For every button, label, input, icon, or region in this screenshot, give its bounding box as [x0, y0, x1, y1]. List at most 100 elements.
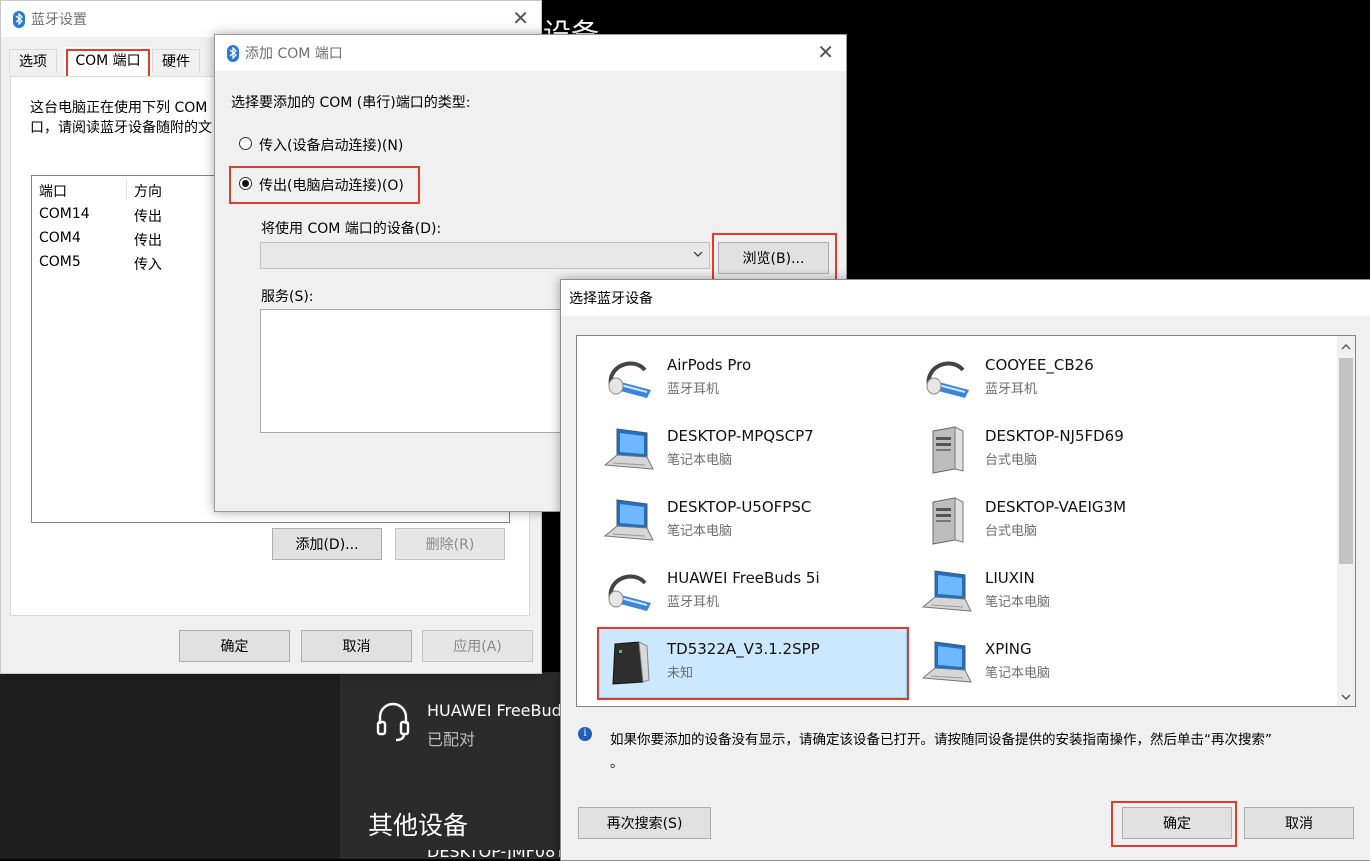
headset-icon	[603, 352, 655, 404]
device-type: 笔记本电脑	[667, 524, 733, 539]
ok-button[interactable]: 确定	[1122, 807, 1232, 839]
device-type: 未知	[667, 666, 694, 681]
description-line-1: 这台电脑正在使用下列 COM	[30, 100, 208, 116]
desktop-tower-icon	[921, 423, 973, 475]
incoming-radio[interactable]	[239, 137, 252, 150]
info-icon: i	[578, 727, 592, 741]
tab-options[interactable]: 选项	[9, 49, 57, 73]
paired-device-status: 已配对	[427, 730, 476, 749]
cancel-button[interactable]: 取消	[1244, 807, 1354, 839]
device-item-desktop-vaeig3m[interactable]: DESKTOP-VAEIG3M 台式电脑	[915, 488, 1225, 548]
direction-cell: 传入	[134, 257, 162, 273]
browse-button[interactable]: 浏览(B)...	[718, 242, 829, 274]
laptop-icon	[921, 565, 973, 617]
device-item-desktop-nj5fd69[interactable]: DESKTOP-NJ5FD69 台式电脑	[915, 417, 1225, 477]
device-item-huawei-freebuds-5i[interactable]: HUAWEI FreeBuds 5i 蓝牙耳机	[597, 559, 907, 619]
add-port-button[interactable]: 添加(D)...	[272, 528, 382, 560]
laptop-icon	[921, 636, 973, 688]
title-bar: 蓝牙设置 ✕	[1, 1, 541, 37]
bottom-cut-text: DESKTOP-JMF08T4	[427, 850, 575, 859]
tab-hardware[interactable]: 硬件	[152, 49, 200, 73]
device-type: 笔记本电脑	[667, 453, 733, 468]
device-item-desktop-mpqscp7[interactable]: DESKTOP-MPQSCP7 笔记本电脑	[597, 417, 907, 477]
device-name: HUAWEI FreeBuds 5i	[667, 569, 820, 587]
ok-button[interactable]: 确定	[179, 630, 290, 662]
paired-device-name[interactable]: HUAWEI FreeBud	[427, 701, 562, 720]
scroll-up-icon[interactable]	[1341, 340, 1351, 356]
title-bar: 选择蓝牙设备	[561, 280, 1370, 316]
scroll-down-icon[interactable]	[1341, 690, 1351, 706]
table-row[interactable]: COM14 传出	[39, 206, 219, 228]
device-name: XPING	[985, 640, 1032, 658]
incoming-label[interactable]: 传入(设备启动连接)(N)	[259, 135, 403, 155]
port-cell: COM5	[39, 254, 81, 270]
direction-cell: 传出	[134, 233, 162, 249]
device-type: 笔记本电脑	[985, 666, 1051, 681]
device-type: 蓝牙耳机	[985, 382, 1038, 397]
device-item-cooyee-cb26[interactable]: COOYEE_CB26 蓝牙耳机	[915, 346, 1225, 406]
port-cell: COM14	[39, 206, 90, 222]
device-item-liuxin[interactable]: LIUXIN 笔记本电脑	[915, 559, 1225, 619]
bluetooth-icon	[13, 10, 25, 28]
device-type: 台式电脑	[985, 453, 1038, 468]
unknown-device-icon	[603, 636, 655, 688]
device-item-airpods-pro[interactable]: AirPods Pro 蓝牙耳机	[597, 346, 907, 406]
laptop-icon	[603, 423, 655, 475]
device-name: AirPods Pro	[667, 356, 752, 374]
column-header-port[interactable]: 端口	[39, 181, 67, 201]
desktop-tower-icon	[921, 494, 973, 546]
column-divider	[126, 178, 127, 200]
window-title: 蓝牙设置	[31, 12, 87, 28]
close-icon[interactable]: ✕	[817, 42, 834, 62]
device-name: DESKTOP-MPQSCP7	[667, 427, 814, 445]
settings-lower-panel	[0, 672, 340, 859]
scroll-thumb[interactable]	[1339, 358, 1353, 564]
table-row[interactable]: COM4 传出	[39, 230, 219, 252]
chevron-down-icon	[693, 247, 703, 265]
window-title: 添加 COM 端口	[245, 46, 343, 62]
tab-com-ports[interactable]: COM 端口	[64, 47, 152, 77]
headphones-icon	[376, 700, 410, 744]
device-name: COOYEE_CB26	[985, 356, 1094, 374]
tab-hardware-label: 硬件	[162, 54, 190, 70]
device-item-desktop-u5ofpsc[interactable]: DESKTOP-U5OFPSC 笔记本电脑	[597, 488, 907, 548]
device-type: 蓝牙耳机	[667, 595, 720, 610]
window-title: 选择蓝牙设备	[569, 291, 653, 307]
title-bar: 添加 COM 端口 ✕	[215, 35, 846, 71]
other-devices-heading: 其他设备	[368, 811, 469, 840]
description-line-2: 口，请阅读蓝牙设备随附的文	[30, 120, 212, 136]
device-name: DESKTOP-NJ5FD69	[985, 427, 1124, 445]
device-dropdown[interactable]	[260, 242, 710, 269]
device-item-xping[interactable]: XPING 笔记本电脑	[915, 630, 1225, 690]
headset-icon	[603, 565, 655, 617]
outgoing-label[interactable]: 传出(电脑启动连接)(O)	[259, 175, 404, 195]
laptop-icon	[603, 494, 655, 546]
device-name: LIUXIN	[985, 569, 1035, 587]
apply-button[interactable]: 应用(A)	[422, 630, 533, 662]
device-name: TD5322A_V3.1.2SPP	[667, 640, 820, 658]
close-icon[interactable]: ✕	[512, 8, 529, 28]
device-type: 笔记本电脑	[985, 595, 1051, 610]
service-label: 服务(S):	[261, 289, 314, 305]
remove-port-button[interactable]: 删除(R)	[395, 528, 505, 560]
port-cell: COM4	[39, 230, 81, 246]
info-text-line-2: 。	[610, 755, 624, 771]
device-name: DESKTOP-U5OFPSC	[667, 498, 812, 516]
device-item-td5322a[interactable]: TD5322A_V3.1.2SPP 未知	[597, 630, 907, 690]
device-list[interactable]: AirPods Pro 蓝牙耳机 COOYEE_CB26 蓝牙耳机 DESKTO…	[576, 335, 1356, 707]
table-row[interactable]: COM5 传入	[39, 254, 219, 276]
tab-options-label: 选项	[19, 54, 47, 70]
cancel-button[interactable]: 取消	[301, 630, 412, 662]
port-type-prompt: 选择要添加的 COM (串行)端口的类型:	[231, 95, 471, 111]
device-label: 将使用 COM 端口的设备(D):	[261, 221, 442, 237]
search-again-button[interactable]: 再次搜索(S)	[578, 807, 711, 839]
outgoing-radio[interactable]	[239, 177, 252, 190]
info-text-line-1: 如果你要添加的设备没有显示，请确定该设备已打开。请按随同设备提供的安装指南操作，…	[610, 732, 1272, 748]
device-type: 台式电脑	[985, 524, 1038, 539]
tab-com-ports-label: COM 端口	[75, 53, 141, 69]
bluetooth-icon	[227, 44, 239, 62]
device-type: 蓝牙耳机	[667, 382, 720, 397]
device-name: DESKTOP-VAEIG3M	[985, 498, 1127, 516]
column-header-direction[interactable]: 方向	[134, 181, 162, 201]
vertical-scrollbar[interactable]	[1337, 336, 1355, 706]
